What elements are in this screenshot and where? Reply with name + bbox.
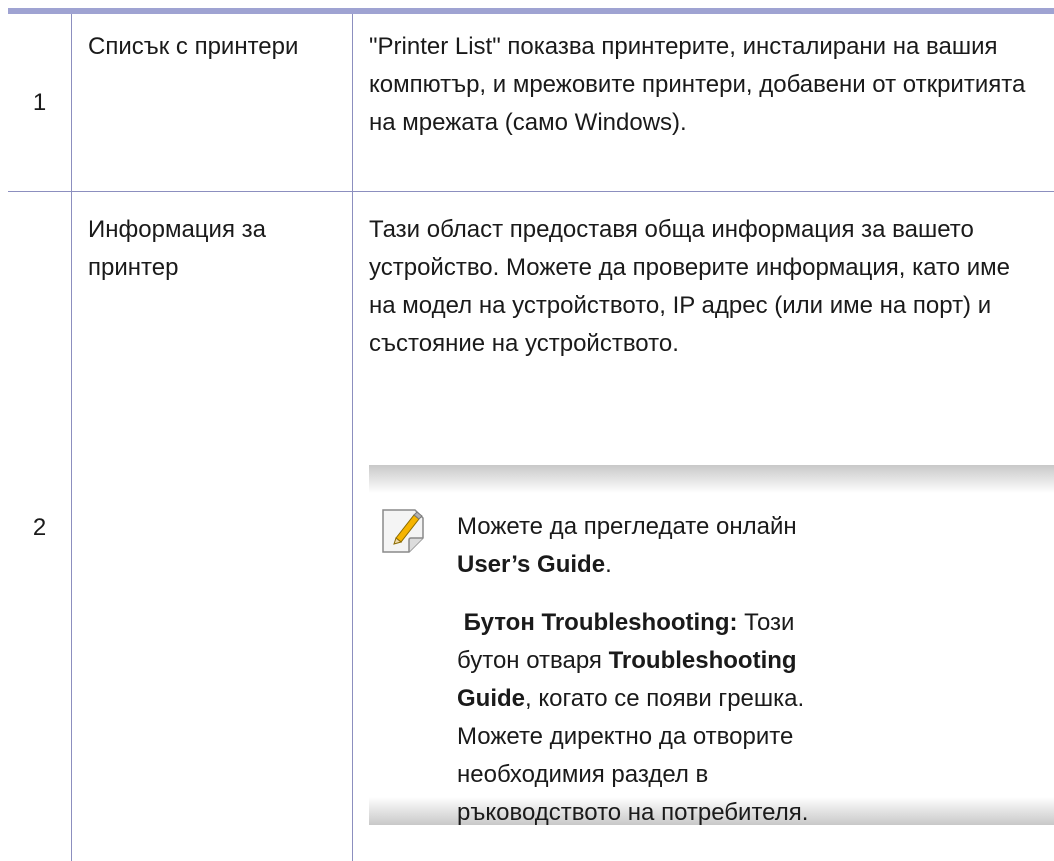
row-number: 2 — [32, 514, 47, 541]
row-title: Информация за принтер — [88, 216, 266, 281]
row-description: Тази област предоставя обща информация з… — [369, 216, 1010, 357]
users-guide-label: User’s Guide — [457, 551, 606, 578]
note-pencil-icon — [379, 508, 427, 556]
row-title: Списък с принтери — [88, 33, 299, 60]
note-line-2: Бутон Troubleshooting: Този бутон отваря… — [457, 609, 809, 826]
column-divider-1 — [71, 14, 72, 861]
row-divider — [8, 191, 1054, 192]
column-divider-2 — [352, 14, 353, 861]
note-text: Можете да прегледате онлайн User’s Guide… — [457, 508, 817, 832]
note-shade-top — [369, 465, 1054, 493]
note-line-1: Можете да прегледате онлайн User’s Guide… — [457, 513, 797, 578]
row-description: "Printer List" показва принтерите, инста… — [369, 33, 1026, 136]
note-box: Можете да прегледате онлайн User’s Guide… — [369, 465, 1054, 826]
table-top-rule — [8, 8, 1054, 14]
troubleshooting-button-label: Бутон Troubleshooting: — [463, 609, 738, 636]
row-number: 1 — [32, 89, 47, 116]
